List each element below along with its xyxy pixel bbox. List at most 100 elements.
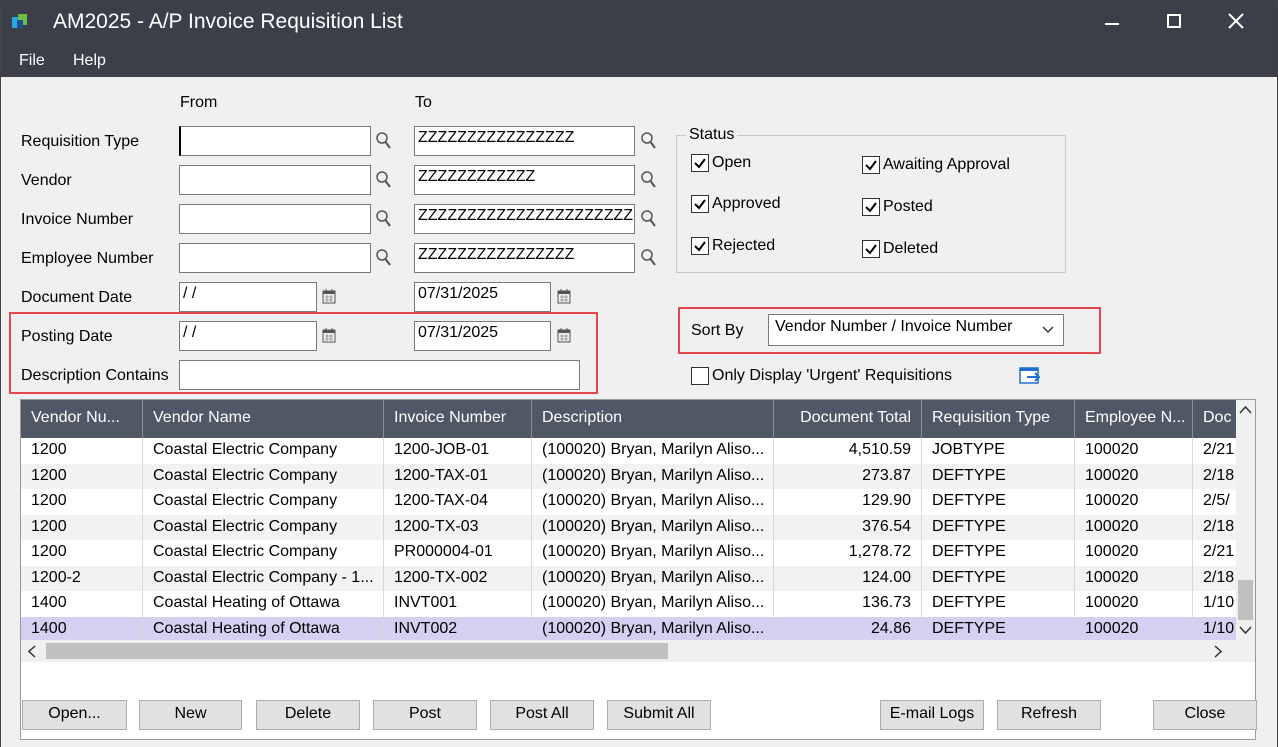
status-rejected-checkbox[interactable]: Rejected: [691, 237, 775, 255]
cell-document-date: 2/18: [1203, 466, 1235, 484]
table-row[interactable]: 1200 Coastal Electric Company 1200-JOB-01(…: [21, 438, 1237, 464]
cell-vendor-name: Coastal Electric Company: [143, 438, 384, 464]
cell-requisition-type: DEFTYPE: [922, 514, 1075, 540]
invoice-number-from-input[interactable]: [179, 204, 371, 234]
status-awaiting-approval-checkbox[interactable]: Awaiting Approval: [862, 156, 1010, 174]
cell-document-date: 1/10: [1203, 619, 1235, 637]
horizontal-scroll-thumb[interactable]: [46, 643, 668, 659]
cell-description: (100020) Bryan, Marilyn Aliso...: [532, 438, 774, 464]
scroll-right-icon[interactable]: [1213, 645, 1223, 658]
to-header: To: [415, 94, 432, 111]
calendar-icon[interactable]: [322, 288, 336, 304]
search-icon[interactable]: [376, 170, 392, 190]
cell-vendor-number: 1400: [21, 591, 143, 617]
delete-button[interactable]: Delete: [256, 700, 360, 730]
status-open-checkbox[interactable]: Open: [691, 154, 751, 172]
grid-header: Vendor Nu... Vendor Name Invoice Number …: [21, 400, 1237, 438]
requisition-type-from-input[interactable]: [179, 126, 371, 156]
cell-description: (100020) Bryan, Marilyn Aliso...: [532, 565, 774, 591]
close-window-button[interactable]: [1213, 1, 1259, 41]
refresh-button[interactable]: Refresh: [997, 700, 1101, 730]
maximize-button[interactable]: [1151, 1, 1197, 41]
employee-number-to-input[interactable]: ZZZZZZZZZZZZZZZZ: [414, 243, 635, 273]
column-header-invoice-number[interactable]: Invoice Number: [384, 400, 532, 438]
submit-all-button[interactable]: Submit All: [607, 700, 711, 730]
search-icon[interactable]: [641, 248, 657, 268]
search-icon[interactable]: [641, 131, 657, 151]
column-header-description[interactable]: Description: [532, 400, 774, 438]
cell-employee-number: 100020: [1075, 438, 1193, 464]
new-button[interactable]: New: [139, 700, 242, 730]
vertical-scrollbar[interactable]: [1236, 400, 1255, 640]
status-deleted-checkbox[interactable]: Deleted: [862, 240, 938, 258]
cell-employee-number: 100020: [1075, 463, 1193, 489]
scroll-down-icon[interactable]: [1239, 625, 1252, 635]
table-row[interactable]: 1200 Coastal Electric Company PR000004-01(…: [21, 540, 1237, 566]
cell-vendor-number: 1400: [21, 616, 143, 642]
cell-document-date: 1/10: [1203, 594, 1235, 611]
search-icon[interactable]: [641, 170, 657, 190]
column-header-document-date[interactable]: Doc: [1193, 400, 1237, 438]
vendor-to-input[interactable]: ZZZZZZZZZZZZ: [414, 165, 635, 195]
open-button[interactable]: Open...: [22, 700, 127, 730]
table-row[interactable]: 1200-2 Coastal Electric Company - 1... 120…: [21, 565, 1237, 591]
cell-description: (100020) Bryan, Marilyn Aliso...: [532, 463, 774, 489]
cell-description: (100020) Bryan, Marilyn Aliso...: [532, 616, 774, 642]
employee-number-from-input[interactable]: [179, 243, 371, 273]
requisition-type-to-input[interactable]: ZZZZZZZZZZZZZZZZ: [414, 126, 635, 156]
scroll-left-icon[interactable]: [27, 645, 37, 658]
table-row[interactable]: 1400 Coastal Heating of Ottawa INVT001 (100…: [21, 591, 1237, 617]
maximize-icon: [1167, 14, 1181, 28]
column-header-requisition-type[interactable]: Requisition Type: [922, 400, 1075, 438]
cell-requisition-type: DEFTYPE: [922, 565, 1075, 591]
invoice-number-to-input[interactable]: ZZZZZZZZZZZZZZZZZZZZZZ: [414, 204, 635, 234]
vendor-from-input[interactable]: [179, 165, 371, 195]
cell-vendor-number: 1200: [21, 489, 143, 515]
close-button[interactable]: Close: [1153, 700, 1257, 730]
cell-description: (100020) Bryan, Marilyn Aliso...: [532, 591, 774, 617]
search-icon[interactable]: [376, 248, 392, 268]
horizontal-scrollbar[interactable]: [21, 640, 1255, 662]
status-posted-checkbox[interactable]: Posted: [862, 198, 933, 216]
cell-document-date: 2/5/: [1203, 492, 1230, 509]
document-date-to-input[interactable]: 07/31/2025: [414, 282, 551, 312]
document-date-from-input[interactable]: / /: [179, 282, 317, 312]
table-row[interactable]: 1200 Coastal Electric Company 1200-TX-03 (1…: [21, 514, 1237, 540]
scroll-up-icon[interactable]: [1239, 405, 1252, 415]
checkmark-icon: [691, 237, 709, 255]
sort-by-value: Vendor Number / Invoice Number: [775, 318, 1013, 335]
cell-vendor-name: Coastal Heating of Ottawa: [143, 616, 384, 642]
status-posted-label: Posted: [883, 198, 933, 215]
minimize-icon: [1105, 23, 1119, 25]
search-icon[interactable]: [641, 209, 657, 229]
table-row[interactable]: 1200 Coastal Electric Company 1200-TAX-01(…: [21, 463, 1237, 489]
document-date-label: Document Date: [21, 289, 133, 306]
checkmark-icon: [862, 156, 880, 174]
posting-date-highlight: [9, 312, 598, 394]
menu-file[interactable]: File: [19, 52, 45, 70]
table-row[interactable]: 1200 Coastal Electric Company 1200-TAX-04(…: [21, 489, 1237, 515]
minimize-button[interactable]: [1089, 1, 1135, 41]
status-approved-checkbox[interactable]: Approved: [691, 195, 781, 213]
export-icon[interactable]: [1019, 366, 1043, 386]
search-icon[interactable]: [376, 209, 392, 229]
email-logs-button[interactable]: E-mail Logs: [880, 700, 984, 730]
column-header-employee-number[interactable]: Employee N...: [1075, 400, 1193, 438]
post-button[interactable]: Post: [373, 700, 477, 730]
calendar-icon[interactable]: [557, 288, 571, 304]
vertical-scroll-thumb[interactable]: [1238, 580, 1253, 620]
cell-document-date: 2/21: [1203, 543, 1235, 560]
column-header-vendor-name[interactable]: Vendor Name: [143, 400, 384, 438]
menu-help[interactable]: Help: [73, 52, 106, 70]
column-header-vendor-number[interactable]: Vendor Nu...: [21, 400, 143, 438]
requisition-grid[interactable]: Vendor Nu... Vendor Name Invoice Number …: [20, 399, 1256, 740]
cell-vendor-number: 1200: [21, 438, 143, 464]
table-row[interactable]: 1400 Coastal Heating of Ottawa INVT002 (100…: [21, 616, 1237, 642]
column-header-document-total[interactable]: Document Total: [774, 400, 922, 438]
cell-document-total: 1,278.72: [774, 540, 922, 566]
sort-by-select[interactable]: Vendor Number / Invoice Number: [768, 314, 1064, 346]
search-icon[interactable]: [376, 131, 392, 151]
post-all-button[interactable]: Post All: [490, 700, 594, 730]
urgent-only-checkbox[interactable]: Only Display 'Urgent' Requisitions: [691, 367, 952, 385]
app-window: AM2025 - A/P Invoice Requisition List Fi…: [0, 0, 1278, 747]
